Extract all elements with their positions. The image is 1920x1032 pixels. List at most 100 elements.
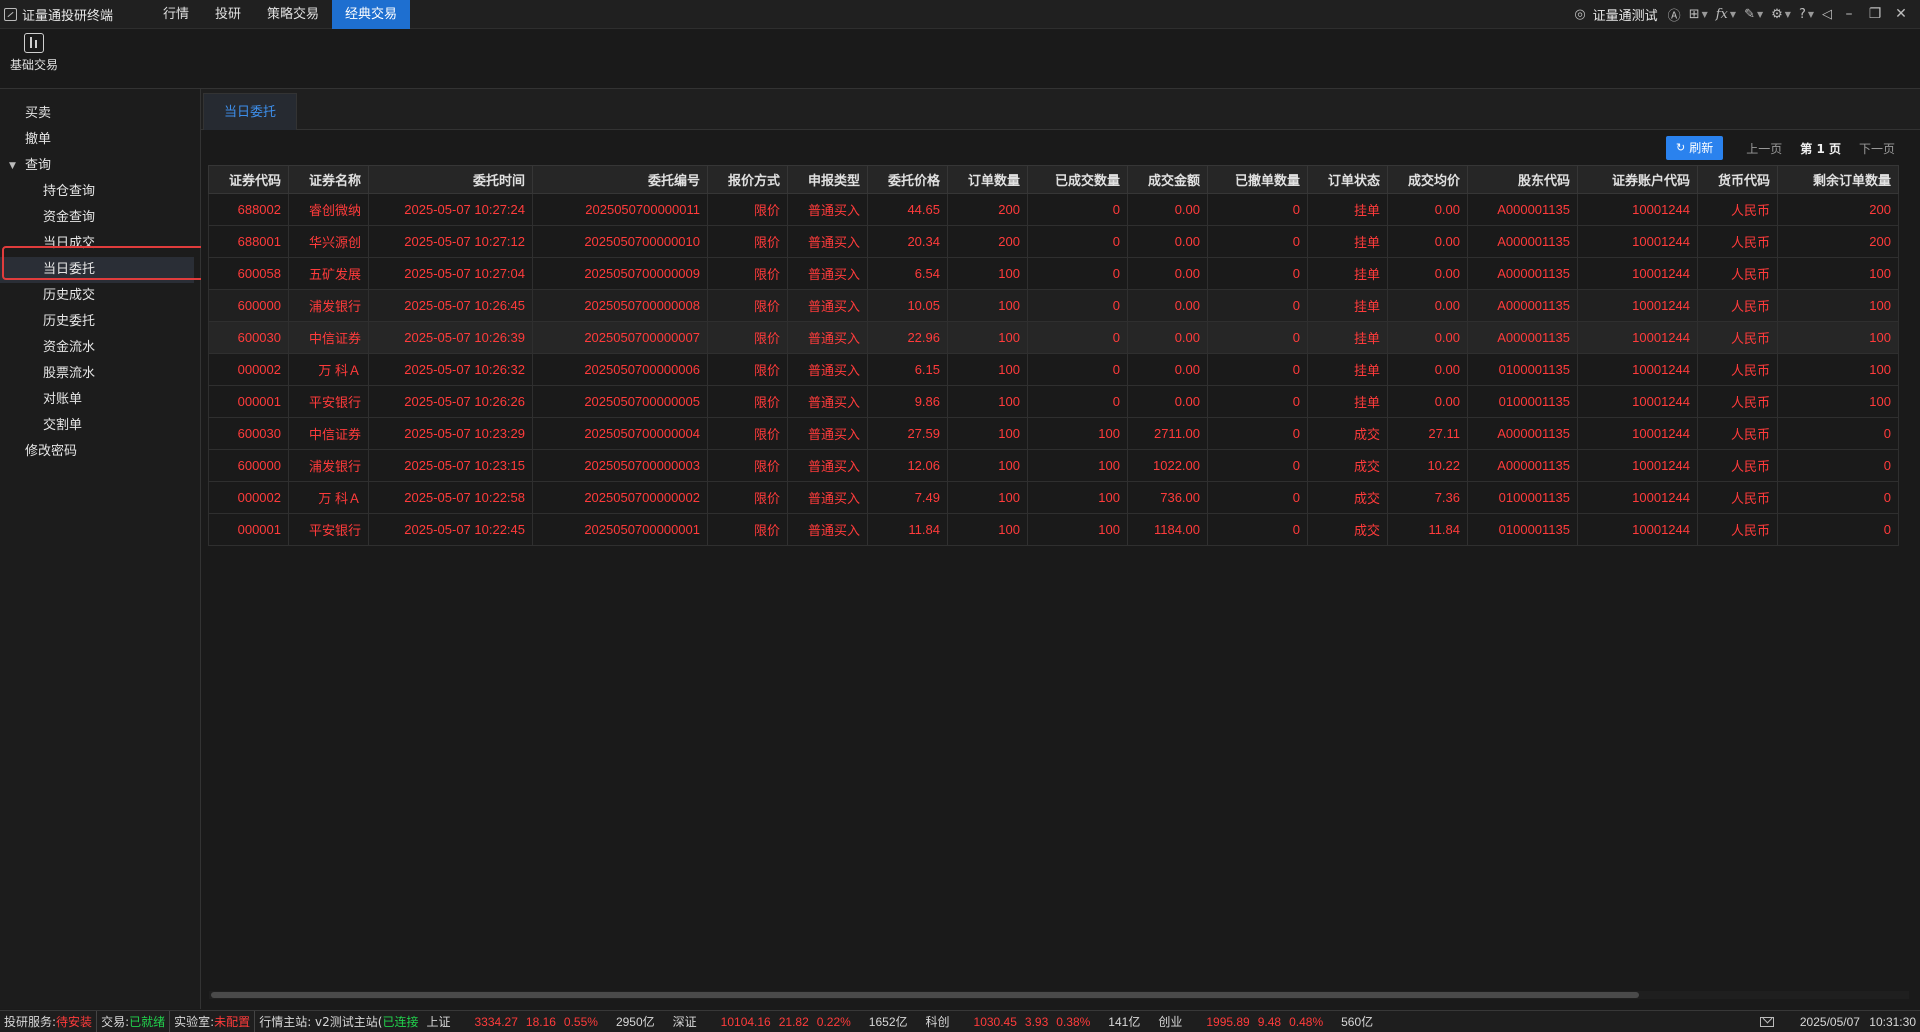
sidebar-item-query[interactable]: ▼ 查询 <box>0 153 200 179</box>
scrollbar-thumb[interactable] <box>211 992 1639 998</box>
column-header[interactable]: 已撤单数量 <box>1207 165 1308 194</box>
column-header[interactable]: 剩余订单数量 <box>1777 165 1899 194</box>
table-cell: 0 <box>1777 513 1899 546</box>
menu-tab-classic-trade[interactable]: 经典交易 <box>332 0 411 29</box>
table-cell: 10001244 <box>1577 385 1698 418</box>
table-cell: 0.00 <box>1387 193 1468 226</box>
sidebar-item-cancel-order[interactable]: 撤单 <box>0 127 200 153</box>
orders-table-container[interactable]: 证券代码 证券名称 委托时间 委托编号 报价方式 申报类型 委托价格 订单数量 已成交数量 成交金… <box>208 165 1912 985</box>
basic-trade-button[interactable]: 基础交易 <box>6 33 62 73</box>
table-cell: 10.22 <box>1387 449 1468 482</box>
index-item: 科创 1030.45 3.93 0.38% 141亿 <box>926 1013 1147 1030</box>
table-row[interactable]: 688002 睿创微纳 2025-05-07 10:27:24 20250507000… <box>208 193 1899 226</box>
table-cell: 100 <box>1777 289 1899 322</box>
column-header[interactable]: 证券代码 <box>208 165 289 194</box>
sidebar-item-delivery-note[interactable]: 交割单 <box>0 413 200 439</box>
formula-icon[interactable]: fx ▼ <box>1716 7 1736 22</box>
table-row[interactable]: 600000 浦发银行 2025-05-07 10:23:15 20250507000… <box>208 449 1899 482</box>
table-cell: 0.00 <box>1127 225 1208 258</box>
sidebar-item-position-query[interactable]: 持仓查询 <box>0 179 200 205</box>
sidebar-item-today-deals[interactable]: 当日成交 <box>0 231 200 257</box>
table-header-row: 证券代码 证券名称 委托时间 委托编号 报价方式 申报类型 委托价格 订单数量 已成交数量 成交金… <box>208 165 1899 194</box>
current-page: 第 1 页 <box>1800 141 1841 156</box>
table-cell: 普通买入 <box>787 353 868 386</box>
table-cell: 0.00 <box>1127 385 1208 418</box>
column-header[interactable]: 股东代码 <box>1467 165 1578 194</box>
refresh-button[interactable]: ↻ 刷新 <box>1666 136 1724 160</box>
user-name[interactable]: 证量通测试 <box>1593 5 1658 24</box>
column-header[interactable]: 货币代码 <box>1697 165 1778 194</box>
sidebar-item-today-orders[interactable]: 当日委托 <box>0 257 194 283</box>
restore-icon[interactable]: ❐ <box>1862 6 1888 22</box>
mail-icon[interactable] <box>1759 1016 1774 1027</box>
table-row[interactable]: 000002 万 科Ａ 2025-05-07 10:26:32 20250507000… <box>208 353 1899 386</box>
column-header[interactable]: 委托时间 <box>368 165 533 194</box>
sidebar-item-change-password[interactable]: 修改密码 <box>0 439 200 465</box>
title-bar: 证量通投研终端 行情 投研 策略交易 经典交易 ◎ 证量通测试 Ⓐ ⊞ ▼ fx ▼… <box>0 0 1920 29</box>
sidebar-item-stock-flow[interactable]: 股票流水 <box>0 361 200 387</box>
table-body: 688002 睿创微纳 2025-05-07 10:27:24 20250507000… <box>208 193 1899 546</box>
table-row[interactable]: 600058 五矿发展 2025-05-07 10:27:04 20250507000… <box>208 257 1899 290</box>
table-row[interactable]: 000001 平安银行 2025-05-07 10:22:45 20250507000… <box>208 513 1899 546</box>
menu-tab-research[interactable]: 投研 <box>202 0 254 29</box>
basic-trade-label: 基础交易 <box>9 58 58 72</box>
minimize-icon[interactable]: – <box>1836 6 1862 22</box>
next-page-link[interactable]: 下一页 <box>1859 140 1895 157</box>
column-header[interactable]: 证券账户代码 <box>1577 165 1698 194</box>
index-name: 深证 <box>672 1015 697 1029</box>
sidebar-item-history-deals[interactable]: 历史成交 <box>0 283 200 309</box>
horizontal-scrollbar[interactable] <box>209 991 1909 999</box>
index-ticker: 上证 3334.27 18.16 0.55% 2950亿 深证 10104.16 21.82 0… <box>422 1011 1395 1032</box>
table-cell: 限价 <box>707 193 788 226</box>
gear-icon[interactable]: ⚙ ▼ <box>1771 7 1791 22</box>
table-row[interactable]: 000001 平安银行 2025-05-07 10:26:26 20250507000… <box>208 385 1899 418</box>
table-cell: 200 <box>947 193 1028 226</box>
table-row[interactable]: 600030 中信证券 2025-05-07 10:26:39 20250507000… <box>208 321 1899 354</box>
sidebar-item-buy-sell[interactable]: 买卖 <box>0 101 200 127</box>
tab-today-orders[interactable]: 当日委托 <box>203 93 298 130</box>
table-cell: 688002 <box>208 193 289 226</box>
column-header[interactable]: 委托价格 <box>867 165 948 194</box>
help-icon[interactable]: ? ▼ <box>1799 7 1814 22</box>
table-cell: 人民币 <box>1697 193 1778 226</box>
table-cell: 200 <box>1777 225 1899 258</box>
column-header[interactable]: 已成交数量 <box>1027 165 1128 194</box>
column-header[interactable]: 申报类型 <box>787 165 868 194</box>
back-icon[interactable]: ◁ <box>1822 7 1832 22</box>
prev-page-link[interactable]: 上一页 <box>1746 140 1782 157</box>
close-icon[interactable]: ✕ <box>1888 6 1914 22</box>
sidebar-item-history-orders[interactable]: 历史委托 <box>0 309 200 335</box>
user-icon[interactable]: Ⓐ <box>1668 5 1681 24</box>
table-cell: 挂单 <box>1307 225 1388 258</box>
menu-tab-strategy-trade[interactable]: 策略交易 <box>254 0 332 29</box>
table-row[interactable]: 688001 华兴源创 2025-05-07 10:27:12 20250507000… <box>208 225 1899 258</box>
table-cell: 睿创微纳 <box>288 193 369 226</box>
sidebar-item-fund-query[interactable]: 资金查询 <box>0 205 200 231</box>
table-cell: 限价 <box>707 225 788 258</box>
layout-grid-icon[interactable]: ⊞ ▼ <box>1689 7 1708 22</box>
column-header[interactable]: 订单状态 <box>1307 165 1388 194</box>
table-cell: 10001244 <box>1577 513 1698 546</box>
index-amount: 1652亿 <box>868 1015 908 1029</box>
column-header[interactable]: 成交金额 <box>1127 165 1208 194</box>
table-row[interactable]: 000002 万 科Ａ 2025-05-07 10:22:58 20250507000… <box>208 481 1899 514</box>
table-cell: 人民币 <box>1697 353 1778 386</box>
column-header[interactable]: 报价方式 <box>707 165 788 194</box>
orders-table: 证券代码 证券名称 委托时间 委托编号 报价方式 申报类型 委托价格 订单数量 已成交数量 成交金… <box>208 165 1899 546</box>
column-header[interactable]: 证券名称 <box>288 165 369 194</box>
table-row[interactable]: 600030 中信证券 2025-05-07 10:23:29 20250507000… <box>208 417 1899 450</box>
table-cell: 普通买入 <box>787 225 868 258</box>
table-row[interactable]: 600000 浦发银行 2025-05-07 10:26:45 20250507000… <box>208 289 1899 322</box>
column-header[interactable]: 订单数量 <box>947 165 1028 194</box>
column-header[interactable]: 委托编号 <box>532 165 708 194</box>
tools-icon[interactable]: ✎ ▼ <box>1744 7 1763 22</box>
menu-tab-market[interactable]: 行情 <box>150 0 202 29</box>
table-cell: 0 <box>1207 193 1308 226</box>
sidebar-item-fund-flow[interactable]: 资金流水 <box>0 335 200 361</box>
column-header[interactable]: 成交均价 <box>1387 165 1468 194</box>
table-cell: 000002 <box>208 481 289 514</box>
eye-off-icon[interactable]: ◎ <box>1574 7 1585 22</box>
table-cell: 0.00 <box>1127 289 1208 322</box>
sidebar-item-statement[interactable]: 对账单 <box>0 387 200 413</box>
table-cell: 11.84 <box>1387 513 1468 546</box>
